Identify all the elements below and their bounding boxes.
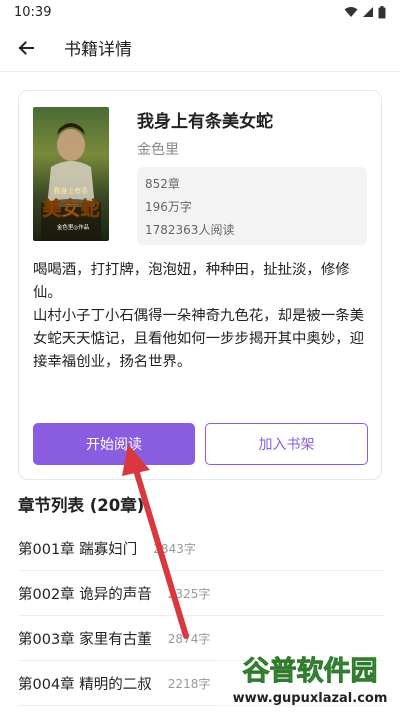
chapter-word-count: 2218字 [167, 676, 211, 691]
app-bar: 书籍详情 [0, 24, 400, 72]
chapter-title: 第002章 诡异的声音 [18, 586, 152, 603]
chapter-title: 第003章 家里有古董 [18, 631, 152, 648]
wifi-icon [344, 7, 358, 17]
status-icons [344, 5, 386, 19]
cover-text-1: 我身上有条 [54, 186, 89, 195]
chapter-title: 第004章 精明的二叔 [18, 676, 152, 693]
chapter-item[interactable]: 第001章 踹寡妇门 2843字 [18, 526, 384, 571]
back-button[interactable] [2, 24, 50, 72]
stat-readers: 1782363人阅读 [145, 223, 235, 237]
book-stats: 852章 196万字 1782363人阅读 [137, 167, 367, 245]
book-description: 喝喝酒，打打牌，泡泡妞，种种田，扯扯淡，修修仙。 山村小子丁小石偶得一朵神奇九色… [33, 262, 364, 370]
book-card: 我身上有条 美女蛇 金色里◎作品 我身上有条美女蛇 金色里 852章 196万字… [18, 90, 382, 480]
cover-text-3: 金色里◎作品 [57, 223, 90, 231]
start-reading-button[interactable]: 开始阅读 [33, 423, 195, 465]
stat-chapters: 852章 [145, 177, 180, 191]
status-time: 10:39 [14, 4, 52, 20]
book-title: 我身上有条美女蛇 [137, 112, 273, 132]
watermark-logo: 谷普软件园 www.gupuxlazal.com [218, 648, 398, 710]
book-author[interactable]: 金色里 [137, 139, 179, 159]
book-cover[interactable]: 我身上有条 美女蛇 金色里◎作品 [33, 107, 109, 241]
arrow-left-icon [18, 40, 34, 55]
chapter-title: 第001章 踹寡妇门 [18, 541, 138, 558]
chapter-item[interactable]: 第002章 诡异的声音 2325字 [18, 571, 384, 616]
chapter-word-count: 2325字 [167, 586, 211, 601]
add-to-shelf-button[interactable]: 加入书架 [205, 423, 368, 465]
cover-art: 我身上有条 美女蛇 金色里◎作品 [41, 123, 101, 241]
chapter-word-count: 2843字 [153, 541, 196, 556]
status-bar: 10:39 [0, 0, 400, 24]
chapter-list-header: 章节列表 (20章) [18, 496, 145, 515]
signal-icon [363, 7, 373, 17]
watermark-url: www.gupuxlazal.com [233, 691, 388, 706]
cover-text-2: 美女蛇 [42, 197, 99, 220]
page-title: 书籍详情 [64, 40, 132, 60]
stat-words: 196万字 [145, 200, 192, 214]
chapter-word-count: 2874字 [167, 631, 211, 646]
battery-icon [378, 5, 386, 18]
watermark-brand: 谷普软件园 [243, 655, 378, 687]
